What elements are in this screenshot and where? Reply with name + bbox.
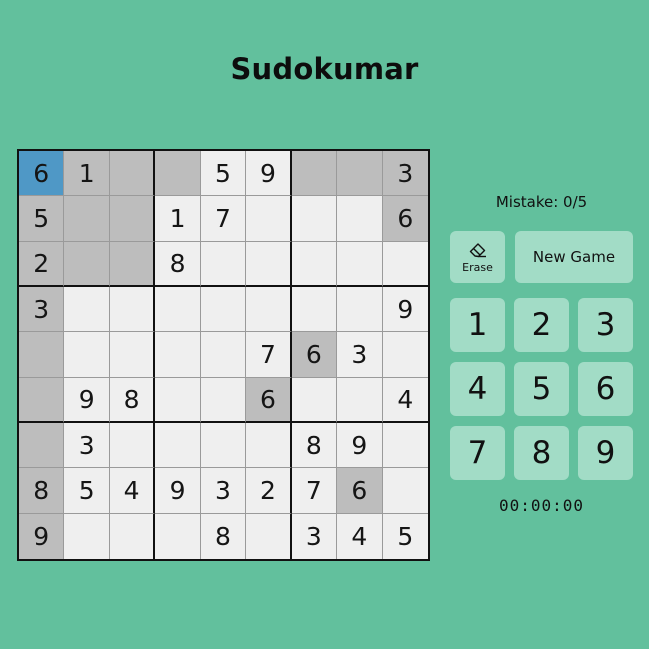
- board-cell[interactable]: [19, 377, 65, 423]
- board-cell[interactable]: 3: [337, 332, 383, 378]
- board-cell[interactable]: [109, 196, 156, 242]
- board-cell[interactable]: [64, 286, 110, 333]
- board-cell[interactable]: [155, 332, 201, 378]
- board-cell[interactable]: 4: [109, 468, 156, 514]
- board-cell[interactable]: [109, 151, 156, 197]
- game-timer: 00:00:00: [498, 496, 585, 515]
- number-button-2[interactable]: 2: [514, 298, 569, 352]
- board-cell[interactable]: [64, 513, 110, 559]
- board-cell[interactable]: 5: [200, 151, 247, 197]
- board-cell[interactable]: [382, 332, 428, 378]
- board-cell[interactable]: [200, 422, 247, 469]
- board-cell[interactable]: [109, 332, 156, 378]
- board-cell[interactable]: 7: [200, 196, 247, 242]
- board-cell[interactable]: 5: [19, 196, 65, 242]
- board-cell[interactable]: [291, 286, 338, 333]
- board-cell[interactable]: [155, 151, 201, 197]
- board-cell[interactable]: [155, 422, 201, 469]
- board-cell[interactable]: 1: [155, 196, 201, 242]
- board-cell[interactable]: 2: [19, 241, 65, 287]
- board-cell[interactable]: 2: [246, 468, 292, 514]
- board-cell[interactable]: [200, 377, 247, 423]
- board-cell[interactable]: [382, 468, 428, 514]
- board-cell[interactable]: 6: [382, 196, 428, 242]
- erase-button[interactable]: Erase: [450, 231, 505, 283]
- board-cell[interactable]: 1: [64, 151, 110, 197]
- board-cell[interactable]: [64, 332, 110, 378]
- board-cell[interactable]: 5: [64, 468, 110, 514]
- board-cell[interactable]: [291, 196, 338, 242]
- board-cell[interactable]: [155, 513, 201, 559]
- number-button-6[interactable]: 6: [578, 362, 633, 416]
- board-cell[interactable]: [200, 241, 247, 287]
- board-cell[interactable]: [200, 286, 247, 333]
- board-cell[interactable]: [291, 241, 338, 287]
- board-cell[interactable]: [246, 241, 292, 287]
- board-cell[interactable]: [337, 377, 383, 423]
- board-cell[interactable]: 9: [246, 151, 292, 197]
- board-cell[interactable]: 9: [382, 287, 428, 333]
- board-cell[interactable]: [200, 332, 247, 378]
- eraser-icon: [469, 242, 486, 257]
- board-cell[interactable]: 8: [201, 513, 247, 559]
- board-cell[interactable]: 3: [382, 151, 428, 197]
- board-cell[interactable]: [64, 196, 110, 242]
- sudoku-board: 615935176283976398643898549327698345: [17, 149, 430, 561]
- mistake-counter: Mistake: 0/5: [495, 193, 588, 211]
- board-cell[interactable]: 6: [19, 151, 65, 197]
- board-cell[interactable]: [246, 196, 292, 242]
- board-cell[interactable]: [337, 286, 383, 333]
- board-cell[interactable]: 3: [200, 468, 247, 514]
- board-cell[interactable]: 7: [291, 468, 338, 514]
- board-cell[interactable]: [19, 332, 65, 378]
- board-cell[interactable]: 8: [291, 422, 338, 469]
- board-cell[interactable]: [246, 422, 292, 469]
- board-cell[interactable]: [110, 513, 156, 559]
- new-game-button[interactable]: New Game: [515, 231, 633, 283]
- board-cell[interactable]: 9: [19, 513, 65, 559]
- board-cell[interactable]: [337, 241, 383, 287]
- board-cell[interactable]: [64, 241, 110, 287]
- board-cell[interactable]: [155, 377, 201, 423]
- board-cell[interactable]: [155, 286, 201, 333]
- board-cell[interactable]: [19, 422, 65, 469]
- board-cell[interactable]: 9: [64, 377, 110, 423]
- board-cell[interactable]: 4: [382, 378, 428, 423]
- number-button-3[interactable]: 3: [578, 298, 633, 352]
- board-cell[interactable]: 4: [337, 513, 383, 559]
- number-button-1[interactable]: 1: [450, 298, 505, 352]
- number-button-8[interactable]: 8: [514, 426, 569, 480]
- board-cell[interactable]: [109, 286, 156, 333]
- board-cell[interactable]: 9: [337, 422, 383, 469]
- board-cell[interactable]: 9: [155, 468, 201, 514]
- board-cell[interactable]: [382, 242, 428, 287]
- board-cell[interactable]: 8: [155, 241, 201, 287]
- number-pad: 1 2 3 4 5 6 7 8 9: [450, 298, 633, 480]
- board-cell[interactable]: 3: [19, 286, 65, 333]
- board-cell[interactable]: 3: [292, 513, 338, 559]
- board-cell[interactable]: 3: [64, 422, 110, 469]
- board-cell[interactable]: 6: [291, 332, 338, 378]
- board-cell[interactable]: [109, 241, 156, 287]
- number-button-4[interactable]: 4: [450, 362, 505, 416]
- page-title: Sudokumar: [230, 52, 419, 86]
- board-cell[interactable]: [109, 422, 156, 469]
- erase-label: Erase: [462, 260, 493, 274]
- board-cell[interactable]: 5: [383, 514, 428, 559]
- board-cell[interactable]: [246, 513, 292, 559]
- number-button-5[interactable]: 5: [514, 362, 569, 416]
- board-cell[interactable]: 8: [109, 377, 156, 423]
- board-cell[interactable]: [291, 151, 338, 197]
- number-button-9[interactable]: 9: [578, 426, 633, 480]
- board-cell[interactable]: [382, 423, 428, 469]
- board-cell[interactable]: [291, 377, 338, 423]
- board-cell[interactable]: 7: [246, 332, 292, 378]
- number-button-7[interactable]: 7: [450, 426, 505, 480]
- board-cell[interactable]: 6: [337, 468, 383, 514]
- board-cell[interactable]: [337, 196, 383, 242]
- board-cell[interactable]: 8: [19, 468, 65, 514]
- board-cell[interactable]: [246, 286, 292, 333]
- board-cell[interactable]: [337, 151, 383, 197]
- board-cell[interactable]: 6: [246, 377, 292, 423]
